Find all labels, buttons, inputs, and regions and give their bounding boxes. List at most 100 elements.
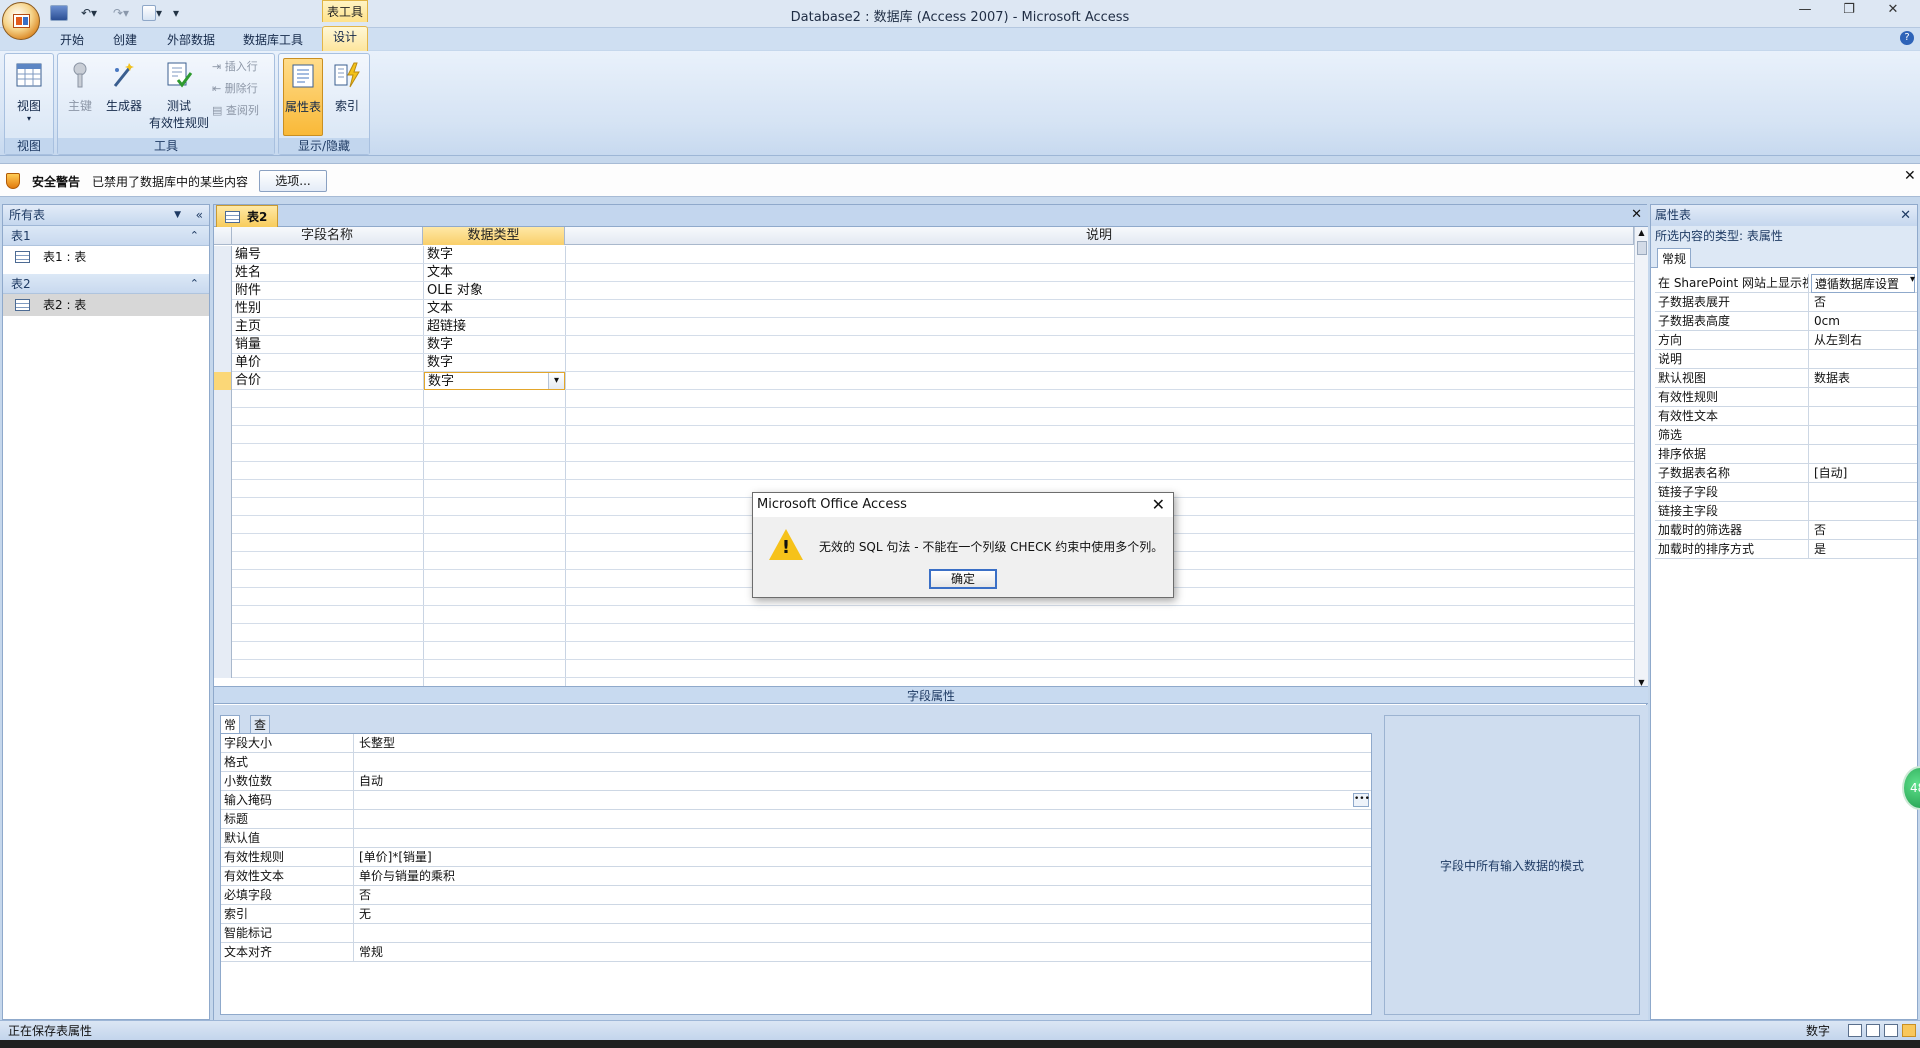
row-selector[interactable] (214, 246, 232, 264)
property-value[interactable] (1811, 483, 1915, 502)
row-selector[interactable] (214, 606, 232, 624)
close-document-icon[interactable]: ✕ (1631, 207, 1642, 222)
property-row[interactable]: 说明 (1655, 350, 1917, 369)
field-property-row[interactable]: 有效性文本 单价与销量的乘积 (221, 867, 1371, 886)
field-property-value[interactable]: 自动 (356, 772, 1366, 791)
nav-dropdown-icon[interactable]: ▼ (174, 205, 181, 226)
property-value[interactable]: 否 (1811, 293, 1915, 312)
row-selector[interactable] (214, 588, 232, 606)
description-cell[interactable] (566, 354, 1626, 372)
collapse-pane-icon[interactable]: « (196, 205, 203, 226)
property-value[interactable] (1811, 350, 1915, 369)
field-property-row[interactable]: 文本对齐 常规 (221, 943, 1371, 962)
property-value[interactable] (1811, 407, 1915, 426)
data-type-cell[interactable]: 数字 (424, 246, 565, 264)
description-cell[interactable] (566, 372, 1626, 390)
data-type-cell[interactable]: 数字 (424, 354, 565, 372)
close-security-bar-icon[interactable]: ✕ (1904, 168, 1916, 184)
table-row[interactable] (214, 444, 1634, 462)
table-row[interactable] (214, 426, 1634, 444)
property-value[interactable]: 是 (1811, 540, 1915, 559)
table-row[interactable]: 附件 OLE 对象 (214, 282, 1634, 300)
row-selector[interactable] (214, 660, 232, 678)
pivot-chart-view-icon[interactable] (1884, 1024, 1898, 1037)
column-header-field-name[interactable]: 字段名称 (232, 227, 423, 245)
office-button[interactable] (2, 2, 40, 40)
field-property-value[interactable]: 无 (356, 905, 1366, 924)
nav-pane-header[interactable]: 所有表 ▼ « (3, 205, 209, 226)
close-button[interactable]: ✕ (1878, 2, 1908, 22)
row-selector[interactable] (214, 570, 232, 588)
description-cell[interactable] (566, 246, 1626, 264)
datasheet-view-icon[interactable] (1848, 1024, 1862, 1037)
help-icon[interactable]: ? (1900, 31, 1914, 45)
table-row[interactable]: 编号 数字 (214, 246, 1634, 264)
field-property-value[interactable]: 常规 (356, 943, 1366, 962)
table-row[interactable] (214, 408, 1634, 426)
field-property-value[interactable] (356, 791, 1366, 810)
data-type-cell[interactable]: 文本 (424, 264, 565, 282)
row-selector[interactable] (214, 282, 232, 300)
pivot-table-view-icon[interactable] (1866, 1024, 1880, 1037)
lookup-column-button[interactable]: ▤ 查阅列 (212, 100, 274, 122)
property-row[interactable]: 链接子字段 (1655, 483, 1917, 502)
row-selector[interactable] (214, 552, 232, 570)
row-selector[interactable] (214, 462, 232, 480)
row-selector[interactable] (214, 498, 232, 516)
test-validation-rules-button[interactable]: 测试 有效性规则 (146, 60, 212, 131)
property-sheet-button[interactable]: 属性表 (283, 58, 323, 136)
nav-group-table2[interactable]: 表2 ⌃ (3, 274, 209, 294)
field-property-value[interactable] (356, 829, 1366, 848)
property-row[interactable]: 子数据表展开否 (1655, 293, 1917, 312)
data-type-cell[interactable]: 超链接 (424, 318, 565, 336)
property-row[interactable]: 默认视图 数据表 (1655, 369, 1917, 388)
view-button[interactable]: 视图 ▾ (7, 60, 51, 123)
data-type-cell[interactable]: 数字 ▾ (424, 372, 565, 390)
property-row[interactable]: 子数据表高度 0cm (1655, 312, 1917, 331)
description-cell[interactable] (566, 336, 1626, 354)
field-property-row[interactable]: 标题 (221, 810, 1371, 829)
document-tab-table2[interactable]: 表2 (216, 205, 278, 227)
property-value[interactable]: 遵循数据库设置 (1811, 274, 1915, 293)
property-value[interactable] (1811, 388, 1915, 407)
property-row[interactable]: 有效性文本 (1655, 407, 1917, 426)
restore-button[interactable]: ❐ (1834, 2, 1864, 22)
tab-general[interactable]: 常规 (220, 715, 241, 750)
property-row[interactable]: 加载时的排序方式是 (1655, 540, 1917, 559)
property-row[interactable]: 加载时的筛选器否 (1655, 521, 1917, 540)
close-property-sheet-icon[interactable]: ✕ (1900, 205, 1911, 226)
column-header-data-type[interactable]: 数据类型 (423, 227, 565, 245)
description-cell[interactable] (566, 282, 1626, 300)
table-row[interactable]: 性别 文本 (214, 300, 1634, 318)
property-value[interactable]: 数据表 (1811, 369, 1915, 388)
design-view-icon[interactable] (1902, 1024, 1916, 1037)
property-row[interactable]: 排序依据 (1655, 445, 1917, 464)
indexes-button[interactable]: 索引 (327, 60, 367, 114)
dropdown-arrow-icon[interactable]: ▾ (548, 373, 564, 389)
property-value[interactable]: 否 (1811, 521, 1915, 540)
row-selector[interactable] (214, 534, 232, 552)
table-row[interactable] (214, 642, 1634, 660)
nav-group-table1[interactable]: 表1 ⌃ (3, 226, 209, 246)
field-property-row[interactable]: 字段大小 长整型 (221, 734, 1371, 753)
field-property-row[interactable]: 索引无 (221, 905, 1371, 924)
tab-external-data[interactable]: 外部数据 (160, 30, 222, 50)
field-name-cell[interactable]: 性别 (232, 300, 422, 318)
row-selector[interactable] (214, 624, 232, 642)
tab-database-tools[interactable]: 数据库工具 (236, 30, 310, 50)
select-all-corner[interactable] (214, 227, 232, 245)
row-selector[interactable] (214, 390, 232, 408)
collapse-group-icon[interactable]: ⌃ (190, 226, 199, 246)
tab-lookup[interactable]: 查阅 (250, 715, 271, 750)
data-type-cell[interactable]: 文本 (424, 300, 565, 318)
row-selector[interactable] (214, 354, 232, 372)
field-name-cell[interactable]: 主页 (232, 318, 422, 336)
field-name-cell[interactable]: 单价 (232, 354, 422, 372)
field-property-value[interactable] (356, 810, 1366, 829)
table-row[interactable]: 销量 数字 (214, 336, 1634, 354)
table-row[interactable]: 姓名 文本 (214, 264, 1634, 282)
property-row[interactable]: 方向 从左到右 (1655, 331, 1917, 350)
table-row[interactable] (214, 660, 1634, 678)
field-property-row[interactable]: 默认值 (221, 829, 1371, 848)
tab-home[interactable]: 开始 (52, 30, 92, 50)
